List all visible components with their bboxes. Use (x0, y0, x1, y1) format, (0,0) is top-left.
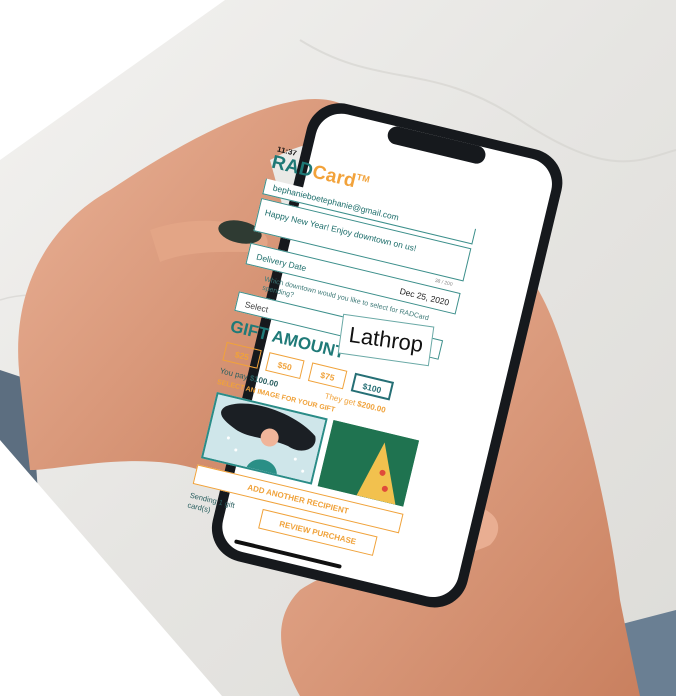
they-get-value: $200.00 (356, 399, 387, 415)
message-counter: 38 / 200 (434, 277, 454, 288)
gift-image-party[interactable] (317, 419, 420, 507)
logo-tm: TM (355, 171, 372, 185)
delivery-date-value: Dec 25, 2020 (398, 286, 451, 308)
amount-25-button[interactable]: $25 (222, 341, 262, 369)
logo-rad: RAD (269, 151, 316, 182)
amount-50-button[interactable]: $50 (265, 352, 305, 380)
party-hat-illustration-icon (317, 419, 420, 507)
amount-100-button[interactable]: $100 (350, 372, 395, 401)
delivery-date-label: Delivery Date (255, 251, 308, 274)
sending-count-text: Sending 1 gift card(s) (186, 490, 236, 515)
logo-card: Card (310, 161, 358, 193)
amount-75-button[interactable]: $75 (307, 362, 348, 390)
